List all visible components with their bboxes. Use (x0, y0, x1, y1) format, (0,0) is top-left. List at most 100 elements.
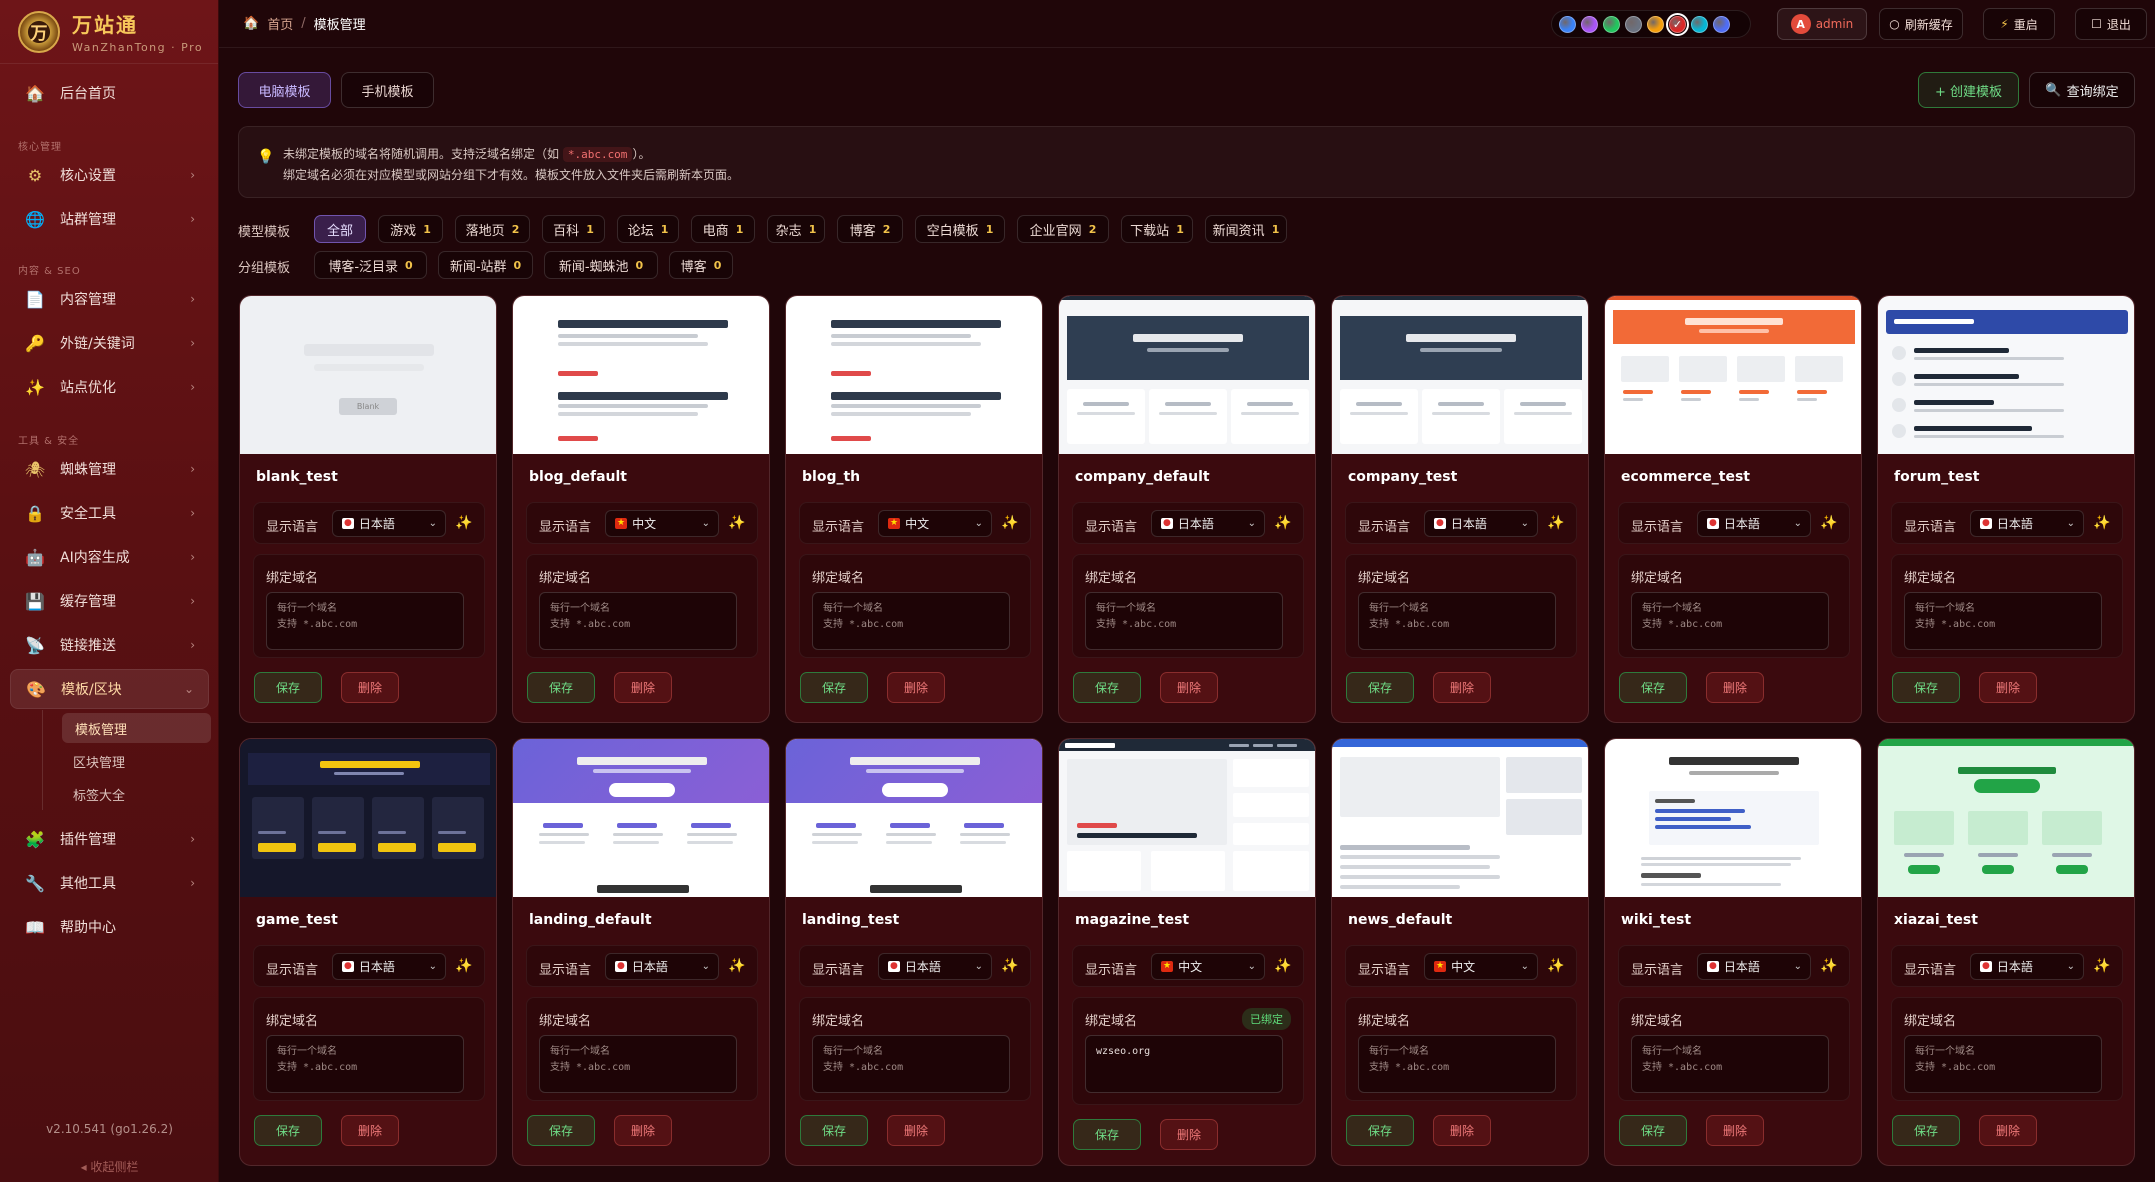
language-select[interactable]: ★ 中文 ⌄ (605, 510, 719, 537)
sidebar-item-7[interactable]: 🔒 安全工具 › (10, 493, 209, 533)
save-button[interactable]: 保存 (1346, 1115, 1414, 1146)
domain-textarea[interactable]: 每行一个域名 支持 *.abc.com (812, 1035, 1010, 1093)
logout-button[interactable]: ☐ 退出 (2075, 8, 2147, 40)
template-thumbnail[interactable] (1878, 296, 2134, 454)
template-thumbnail[interactable] (1332, 739, 1588, 897)
model-filter-chip[interactable]: 落地页 2 (455, 215, 530, 243)
language-select[interactable]: ● 日本語 ⌄ (605, 953, 719, 980)
ai-translate-icon[interactable]: ✨ (728, 958, 745, 974)
language-select[interactable]: ★ 中文 ⌄ (1424, 953, 1538, 980)
sidebar-item-12[interactable]: 🧩 插件管理 › (10, 819, 209, 859)
domain-textarea[interactable]: 每行一个域名 支持 *.abc.com (539, 1035, 737, 1093)
template-thumbnail[interactable] (240, 739, 496, 897)
sidebar-item-3[interactable]: 📄 内容管理 › (10, 279, 209, 319)
ai-translate-icon[interactable]: ✨ (2093, 958, 2110, 974)
domain-textarea[interactable]: 每行一个域名 支持 *.abc.com (1631, 1035, 1829, 1093)
ai-translate-icon[interactable]: ✨ (1274, 515, 1291, 531)
domain-textarea[interactable]: 每行一个域名 支持 *.abc.com (1085, 592, 1283, 650)
model-filter-chip[interactable]: 新闻资讯 1 (1205, 215, 1287, 243)
sidebar-item-8[interactable]: 🤖 AI内容生成 › (10, 537, 209, 577)
query-binding-button[interactable]: 🔍 查询绑定 (2029, 72, 2135, 108)
submenu-item-0[interactable]: 模板管理 (62, 713, 211, 743)
group-filter-chip[interactable]: 博客 0 (669, 251, 733, 279)
domain-textarea[interactable]: 每行一个域名 支持 *.abc.com (812, 592, 1010, 650)
home-icon[interactable]: 🏠 (243, 16, 259, 31)
language-select[interactable]: ● 日本語 ⌄ (1151, 510, 1265, 537)
save-button[interactable]: 保存 (1073, 672, 1141, 703)
template-thumbnail[interactable] (1332, 296, 1588, 454)
template-thumbnail[interactable] (513, 739, 769, 897)
model-filter-chip[interactable]: 下载站 1 (1121, 215, 1193, 243)
ai-translate-icon[interactable]: ✨ (455, 515, 472, 531)
delete-button[interactable]: 删除 (887, 1115, 945, 1146)
sidebar-item-14[interactable]: 📖 帮助中心 (10, 907, 209, 947)
theme-swatch[interactable] (1581, 15, 1598, 33)
save-button[interactable]: 保存 (1892, 672, 1960, 703)
save-button[interactable]: 保存 (1619, 672, 1687, 703)
ai-translate-icon[interactable]: ✨ (2093, 515, 2110, 531)
ai-translate-icon[interactable]: ✨ (1274, 958, 1291, 974)
model-filter-chip[interactable]: 论坛 1 (617, 215, 679, 243)
save-button[interactable]: 保存 (254, 672, 322, 703)
sidebar-item-10[interactable]: 📡 链接推送 › (10, 625, 209, 665)
submenu-item-2[interactable]: 标签大全 (60, 779, 209, 809)
delete-button[interactable]: 删除 (614, 672, 672, 703)
submenu-item-1[interactable]: 区块管理 (60, 746, 209, 776)
restart-button[interactable]: ⚡ 重启 (1983, 8, 2055, 40)
domain-textarea[interactable]: 每行一个域名 支持 *.abc.com (266, 1035, 464, 1093)
domain-textarea[interactable]: 每行一个域名 支持 *.abc.com (1904, 592, 2102, 650)
sidebar-item-2[interactable]: 🌐 站群管理 › (10, 199, 209, 239)
delete-button[interactable]: 删除 (1979, 672, 2037, 703)
ai-translate-icon[interactable]: ✨ (1001, 958, 1018, 974)
sidebar-item-9[interactable]: 💾 缓存管理 › (10, 581, 209, 621)
ai-translate-icon[interactable]: ✨ (1547, 515, 1564, 531)
save-button[interactable]: 保存 (527, 672, 595, 703)
delete-button[interactable]: 删除 (341, 672, 399, 703)
theme-swatch[interactable] (1647, 15, 1664, 33)
language-select[interactable]: ● 日本語 ⌄ (1970, 510, 2084, 537)
group-filter-chip[interactable]: 新闻-蜘蛛池 0 (544, 251, 658, 279)
theme-swatch[interactable] (1603, 15, 1620, 33)
theme-swatch[interactable] (1713, 15, 1730, 33)
group-filter-chip[interactable]: 博客-泛目录 0 (314, 251, 427, 279)
domain-textarea[interactable]: 每行一个域名 支持 *.abc.com (1904, 1035, 2102, 1093)
save-button[interactable]: 保存 (800, 672, 868, 703)
delete-button[interactable]: 删除 (1979, 1115, 2037, 1146)
ai-translate-icon[interactable]: ✨ (1547, 958, 1564, 974)
language-select[interactable]: ● 日本語 ⌄ (1970, 953, 2084, 980)
delete-button[interactable]: 删除 (1706, 1115, 1764, 1146)
language-select[interactable]: ● 日本語 ⌄ (332, 510, 446, 537)
delete-button[interactable]: 删除 (887, 672, 945, 703)
sidebar-item-4[interactable]: 🔑 外链/关键词 › (10, 323, 209, 363)
sidebar-item-6[interactable]: 🕷 蜘蛛管理 › (10, 449, 209, 489)
model-filter-chip[interactable]: 全部 (314, 215, 366, 243)
ai-translate-icon[interactable]: ✨ (455, 958, 472, 974)
domain-textarea[interactable]: wzseo.org (1085, 1035, 1283, 1093)
user-menu[interactable]: A admin (1777, 8, 1867, 40)
model-filter-chip[interactable]: 百科 1 (542, 215, 605, 243)
breadcrumb-home[interactable]: 首页 (267, 14, 293, 33)
model-filter-chip[interactable]: 空白模板 1 (915, 215, 1005, 243)
language-select[interactable]: ● 日本語 ⌄ (878, 953, 992, 980)
theme-swatch[interactable]: ✓ (1666, 12, 1689, 36)
ai-translate-icon[interactable]: ✨ (1820, 958, 1837, 974)
delete-button[interactable]: 删除 (614, 1115, 672, 1146)
delete-button[interactable]: 删除 (1706, 672, 1764, 703)
language-select[interactable]: ● 日本語 ⌄ (1424, 510, 1538, 537)
template-thumbnail[interactable] (1605, 739, 1861, 897)
sidebar-item-1[interactable]: ⚙ 核心设置 › (10, 155, 209, 195)
theme-swatch[interactable] (1559, 15, 1576, 33)
theme-swatch[interactable] (1625, 15, 1642, 33)
template-thumbnail[interactable] (1059, 296, 1315, 454)
template-thumbnail[interactable] (513, 296, 769, 454)
save-button[interactable]: 保存 (1346, 672, 1414, 703)
tab-pc-templates[interactable]: 电脑模板 (238, 72, 331, 108)
delete-button[interactable]: 删除 (1160, 1119, 1218, 1150)
save-button[interactable]: 保存 (800, 1115, 868, 1146)
save-button[interactable]: 保存 (1892, 1115, 1960, 1146)
sidebar-item-0[interactable]: 🏠 后台首页 (10, 73, 209, 113)
save-button[interactable]: 保存 (1073, 1119, 1141, 1150)
tab-mobile-templates[interactable]: 手机模板 (341, 72, 434, 108)
template-thumbnail[interactable] (1059, 739, 1315, 897)
template-thumbnail[interactable] (786, 739, 1042, 897)
